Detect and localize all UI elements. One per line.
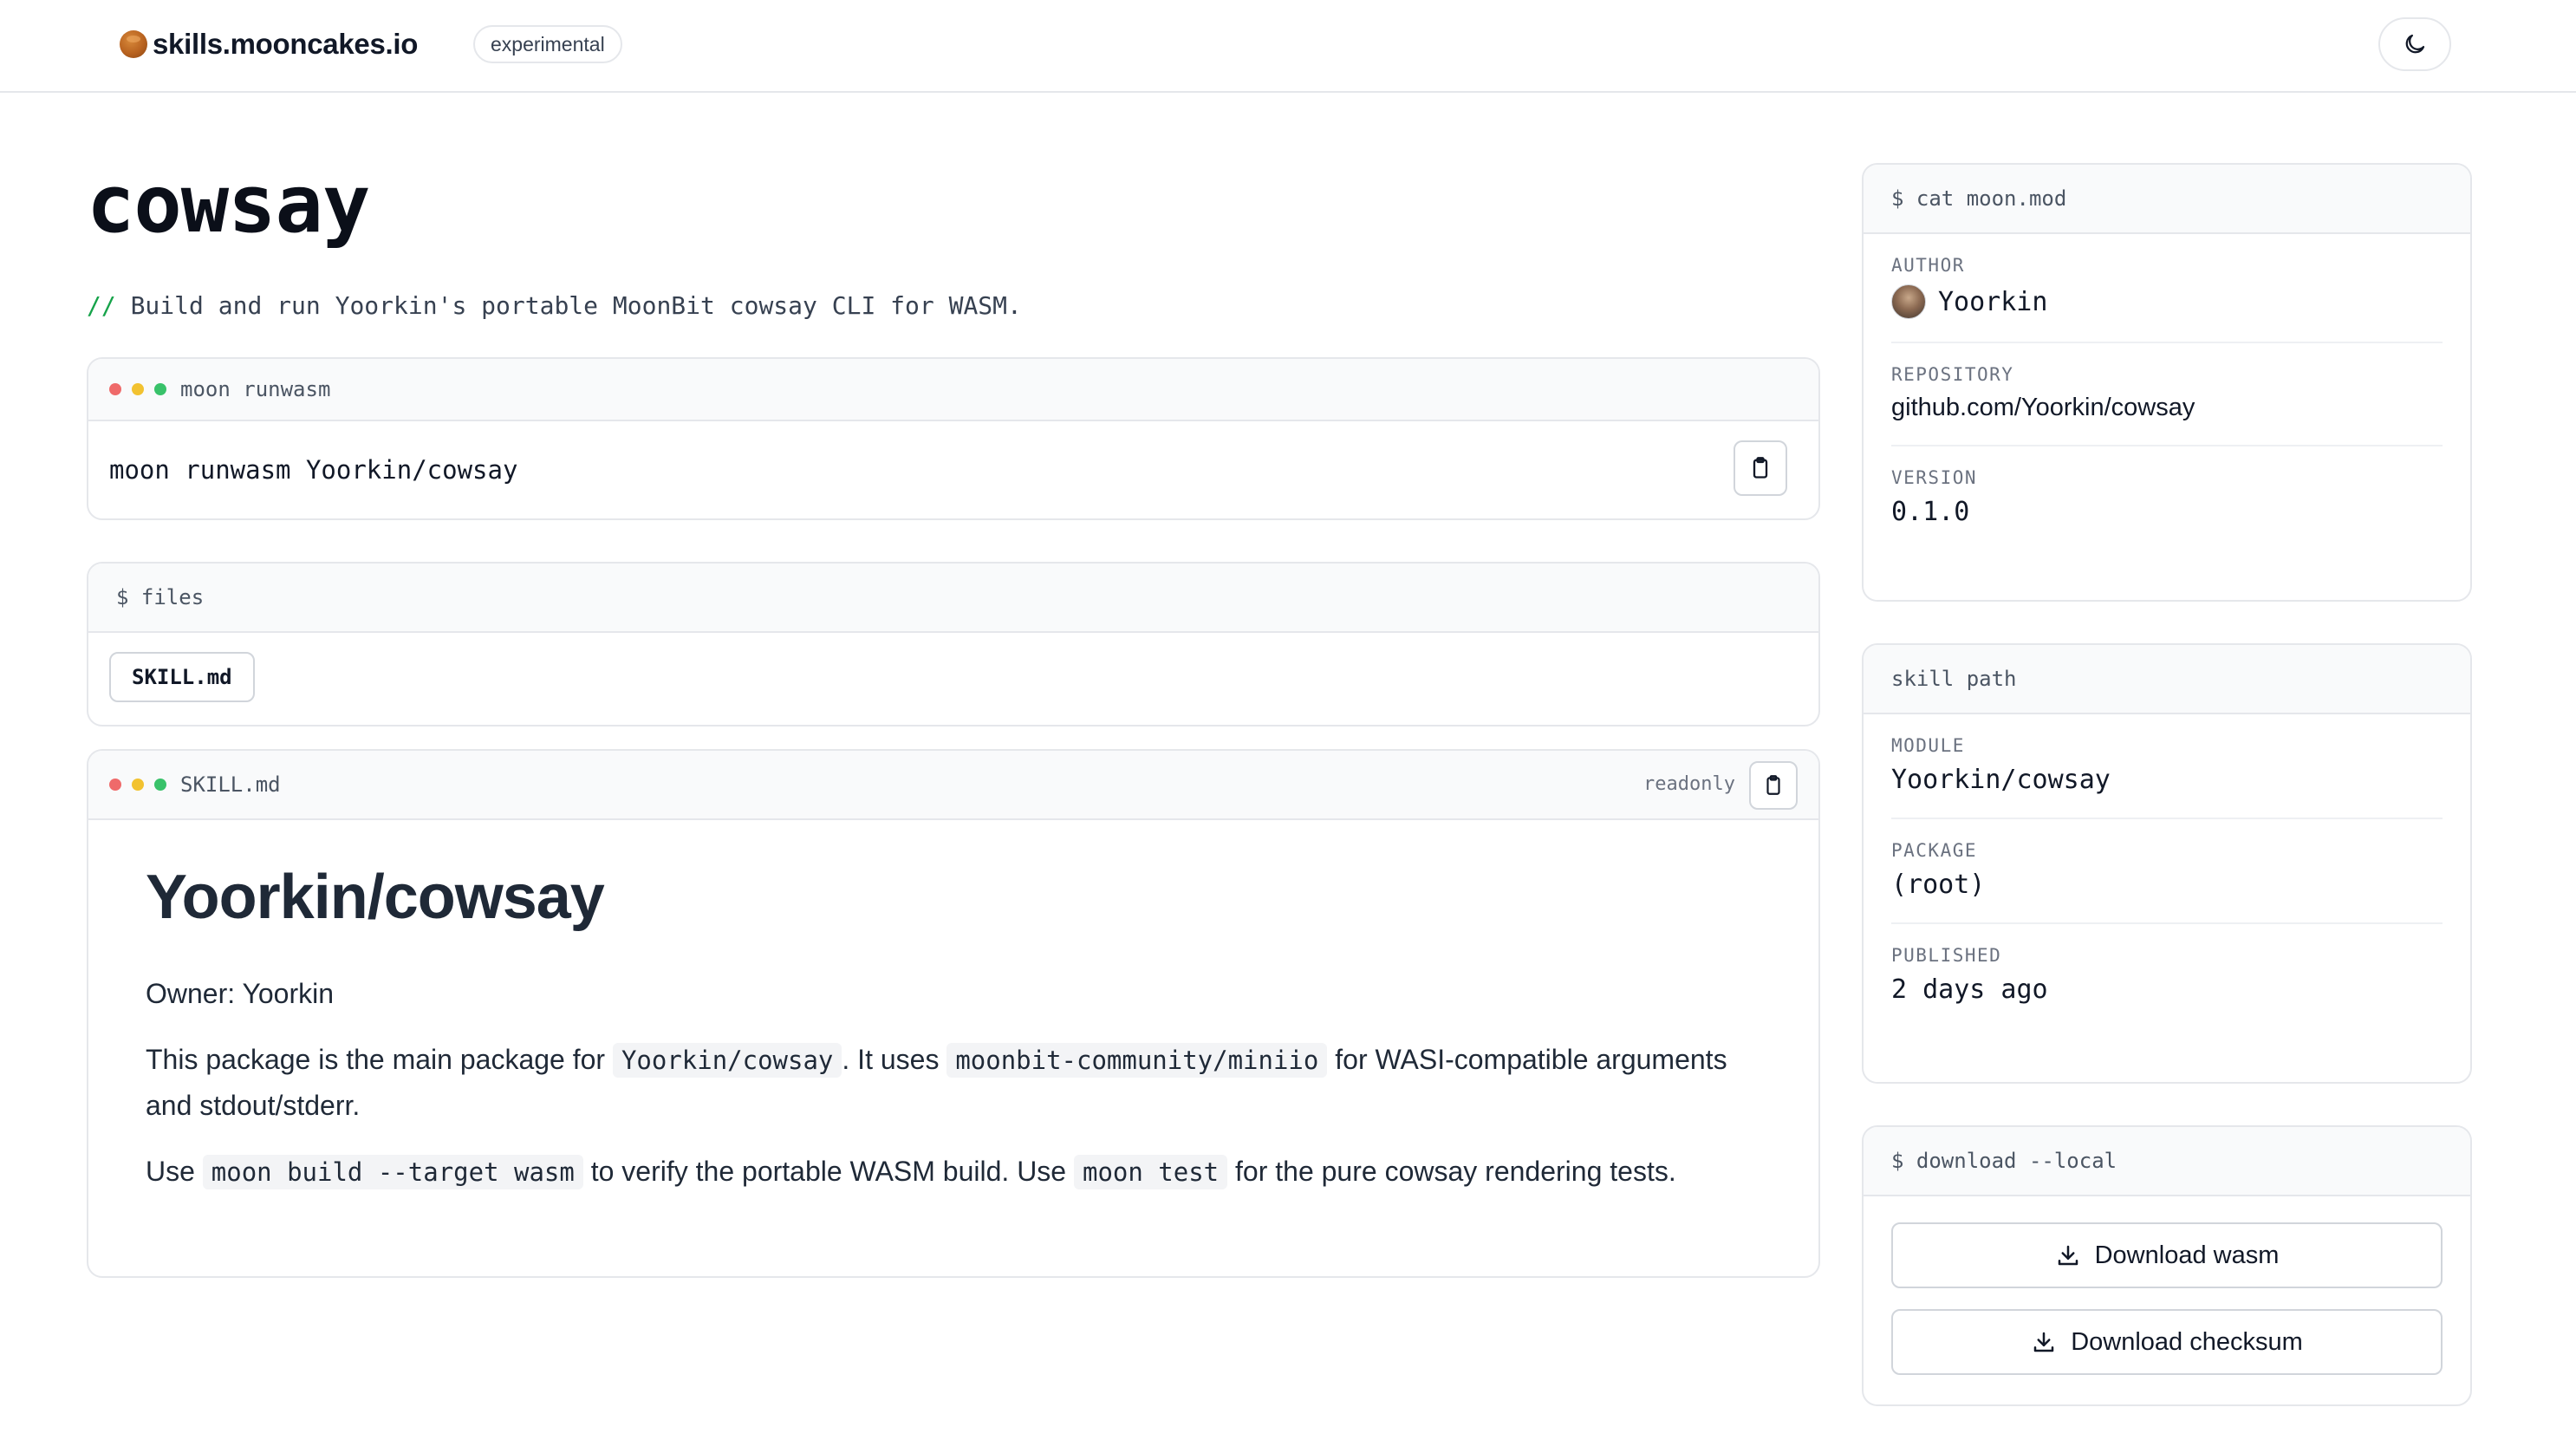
subtitle-prefix: // xyxy=(87,291,116,320)
download-header: $ download --local xyxy=(1864,1127,2470,1196)
author-name: Yoorkin xyxy=(1938,286,2048,317)
module-info-fields: AUTHOR Yoorkin REPOSITORY github.com/Yoo… xyxy=(1864,234,2470,550)
version-value: 0.1.0 xyxy=(1891,497,1970,527)
doc-text: This package is the main package for xyxy=(146,1044,613,1075)
command-panel-header: moon runwasm xyxy=(88,359,1818,421)
doc-text: . It uses xyxy=(842,1044,947,1075)
doc-heading: Yoorkin/cowsay xyxy=(146,863,605,932)
experimental-badge: experimental xyxy=(473,25,622,63)
files-list: SKILL.md xyxy=(88,633,1818,721)
package-label: PACKAGE xyxy=(1891,840,1978,861)
subtitle-text: Build and run Yoorkin's portable MoonBit… xyxy=(130,291,1022,320)
inline-code: Yoorkin/cowsay xyxy=(612,1043,842,1078)
repository-label: REPOSITORY xyxy=(1891,364,2014,385)
window-dots xyxy=(109,779,166,791)
brand-link[interactable]: skills.mooncakes.io xyxy=(120,24,418,64)
skill-path-panel: skill path MODULE Yoorkin/cowsay PACKAGE… xyxy=(1862,643,2472,1084)
repository-field: REPOSITORY github.com/Yoorkin/cowsay xyxy=(1891,343,2443,446)
skill-path-fields: MODULE Yoorkin/cowsay PACKAGE (root) PUB… xyxy=(1864,714,2470,1027)
module-value: Yoorkin/cowsay xyxy=(1891,765,2111,795)
top-bar: skills.mooncakes.io experimental xyxy=(0,0,2576,93)
repository-link[interactable]: github.com/Yoorkin/cowsay xyxy=(1891,394,2443,422)
version-field: VERSION 0.1.0 xyxy=(1891,446,2443,550)
readonly-label: readonly xyxy=(1643,773,1735,795)
copy-skill-md-button[interactable] xyxy=(1749,761,1798,810)
package-value: (root) xyxy=(1891,870,1986,900)
doc-text: to verify the portable WASM build. Use xyxy=(582,1156,1074,1187)
inline-code: moonbit-community/miniio xyxy=(946,1043,1328,1078)
clipboard-icon xyxy=(1753,457,1768,479)
doc-text: Use xyxy=(146,1156,203,1187)
yellow-dot-icon xyxy=(132,779,144,791)
inline-code: moon test xyxy=(1073,1155,1228,1189)
download-icon xyxy=(2058,1245,2078,1266)
skill-md-panel: SKILL.md readonly Yoorkin/cowsay Owner: … xyxy=(87,749,1820,1278)
version-label: VERSION xyxy=(1891,467,1978,488)
red-dot-icon xyxy=(109,779,121,791)
green-dot-icon xyxy=(154,383,166,395)
module-label: MODULE xyxy=(1891,735,1965,756)
download-panel: $ download --local Download wasm Downloa… xyxy=(1862,1125,2472,1406)
download-wasm-label: Download wasm xyxy=(2094,1241,2280,1269)
skill-md-panel-title: SKILL.md xyxy=(180,772,281,797)
yellow-dot-icon xyxy=(132,383,144,395)
theme-toggle-button[interactable] xyxy=(2378,17,2451,71)
published-label: PUBLISHED xyxy=(1891,945,2002,966)
doc-paragraph-package: This package is the main package for Yoo… xyxy=(146,1037,1761,1128)
download-actions: Download wasm Download checksum xyxy=(1864,1196,2470,1401)
doc-paragraph-usage: Use moon build --target wasm to verify t… xyxy=(146,1149,1761,1195)
published-field: PUBLISHED 2 days ago xyxy=(1891,924,2443,1027)
skill-path-header: skill path xyxy=(1864,645,2470,714)
doc-text: for the pure cowsay rendering tests. xyxy=(1227,1156,1676,1187)
green-dot-icon xyxy=(154,779,166,791)
download-checksum-button[interactable]: Download checksum xyxy=(1891,1309,2443,1375)
doc-owner-line: Owner: Yoorkin xyxy=(146,978,335,1009)
clipboard-icon xyxy=(1766,775,1780,795)
red-dot-icon xyxy=(109,383,121,395)
skill-md-panel-header: SKILL.md readonly xyxy=(88,751,1818,820)
avatar xyxy=(1891,284,1926,319)
author-field: AUTHOR Yoorkin xyxy=(1891,234,2443,343)
download-icon xyxy=(2033,1332,2054,1352)
page-subtitle: // Build and run Yoorkin's portable Moon… xyxy=(87,291,1022,320)
author-label: AUTHOR xyxy=(1891,255,1965,276)
author-value[interactable]: Yoorkin xyxy=(1891,284,2443,319)
module-info-header: $ cat moon.mod xyxy=(1864,165,2470,234)
command-body: moon runwasm Yoorkin/cowsay xyxy=(88,421,1818,518)
published-value: 2 days ago xyxy=(1891,974,2048,1005)
inline-code: moon build --target wasm xyxy=(202,1155,583,1189)
file-chip-skill-md[interactable]: SKILL.md xyxy=(109,652,255,702)
module-info-panel: $ cat moon.mod AUTHOR Yoorkin REPOSITORY… xyxy=(1862,163,2472,602)
package-field: PACKAGE (root) xyxy=(1891,819,2443,924)
download-wasm-button[interactable]: Download wasm xyxy=(1891,1222,2443,1288)
download-checksum-label: Download checksum xyxy=(2071,1327,2303,1356)
command-text[interactable]: moon runwasm Yoorkin/cowsay xyxy=(109,455,517,485)
mooncake-icon xyxy=(120,30,147,58)
copy-command-button[interactable] xyxy=(1734,440,1787,496)
command-panel: moon runwasm moon runwasm Yoorkin/cowsay xyxy=(87,357,1820,520)
brand-name: skills.mooncakes.io xyxy=(153,28,419,60)
module-field: MODULE Yoorkin/cowsay xyxy=(1891,714,2443,819)
page-title: cowsay xyxy=(87,158,370,251)
command-panel-title: moon runwasm xyxy=(180,377,331,401)
window-dots xyxy=(109,383,166,395)
moon-icon xyxy=(2405,34,2425,54)
files-panel: $ files SKILL.md xyxy=(87,562,1820,726)
files-panel-header: $ files xyxy=(88,564,1818,633)
skill-md-content: Yoorkin/cowsay Owner: Yoorkin This packa… xyxy=(88,820,1818,1257)
